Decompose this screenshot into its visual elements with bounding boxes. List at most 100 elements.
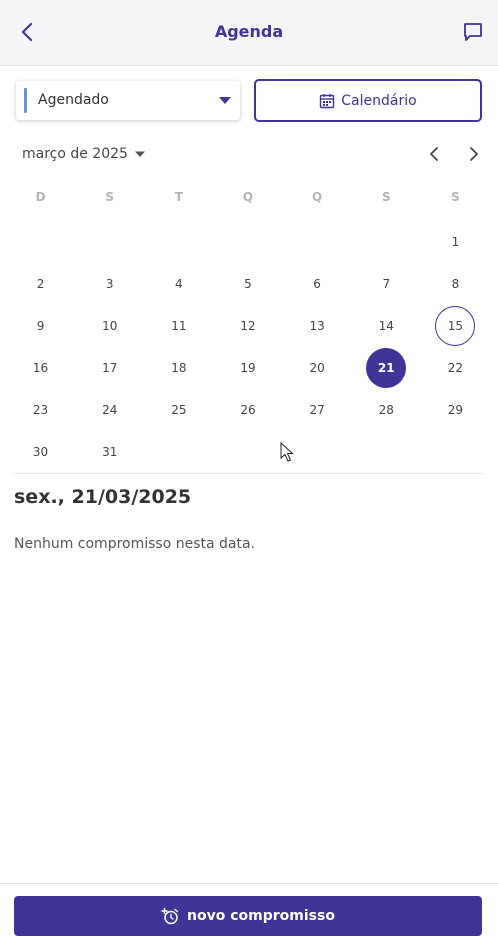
- calendar-cell: [144, 221, 213, 263]
- calendar-day[interactable]: 6: [297, 264, 337, 304]
- calendar-icon: [320, 93, 335, 108]
- calendar-cell: 4: [144, 263, 213, 305]
- calendar-cell: 20: [283, 347, 352, 389]
- calendar-cell: [352, 431, 421, 473]
- calendar-day[interactable]: 13: [297, 306, 337, 346]
- caret-down-icon: [134, 151, 145, 157]
- selected-date-title: sex., 21/03/2025: [14, 486, 192, 508]
- status-filter-select[interactable]: Agendado: [16, 81, 240, 120]
- calendar-cell: [213, 431, 282, 473]
- calendar-cell: 17: [75, 347, 144, 389]
- calendar-cell: 12: [213, 305, 282, 347]
- calendar-day[interactable]: 8: [435, 264, 475, 304]
- calendar-cell: 28: [352, 389, 421, 431]
- calendar-day[interactable]: 9: [21, 306, 61, 346]
- calendar-day[interactable]: 16: [21, 348, 61, 388]
- calendar-day[interactable]: 10: [90, 306, 130, 346]
- calendar-day[interactable]: 1: [435, 222, 475, 262]
- calendar-cell: 3: [75, 263, 144, 305]
- calendar-day[interactable]: 2: [21, 264, 61, 304]
- calendar-day[interactable]: 14: [366, 306, 406, 346]
- calendar-day[interactable]: 31: [90, 432, 130, 472]
- previous-month-button[interactable]: [424, 144, 444, 164]
- weekday-label: T: [174, 190, 183, 204]
- calendar-day[interactable]: 23: [21, 390, 61, 430]
- calendar-cell: 14: [352, 305, 421, 347]
- calendar-day[interactable]: 26: [228, 390, 268, 430]
- calendar-day-today[interactable]: 15: [435, 306, 476, 346]
- alarm-add-icon: [161, 907, 179, 925]
- calendar-cell: 5: [213, 263, 282, 305]
- calendar-button-label: Calendário: [341, 92, 417, 109]
- calendar-day[interactable]: 27: [297, 390, 337, 430]
- app-header: Agenda: [0, 0, 498, 66]
- divider: [14, 473, 484, 474]
- calendar-cell: 29: [421, 389, 490, 431]
- caret-down-icon: [219, 97, 231, 104]
- calendar-cell: [352, 221, 421, 263]
- calendar-cell: 31: [75, 431, 144, 473]
- calendar-cell: 18: [144, 347, 213, 389]
- calendar-cell: [75, 221, 144, 263]
- calendar-cell: 6: [283, 263, 352, 305]
- calendar-cell: 11: [144, 305, 213, 347]
- empty-state-message: Nenhum compromisso nesta data.: [14, 536, 256, 552]
- calendar-cell: [283, 221, 352, 263]
- calendar-cell: 24: [75, 389, 144, 431]
- calendar-day[interactable]: 7: [366, 264, 406, 304]
- month-selector[interactable]: março de 2025: [22, 144, 146, 164]
- calendar-day[interactable]: 12: [228, 306, 268, 346]
- calendar-cell: 25: [144, 389, 213, 431]
- filter-selected-value: Agendado: [38, 92, 109, 108]
- calendar-day[interactable]: 17: [90, 348, 130, 388]
- calendar-button[interactable]: Calendário: [254, 79, 482, 122]
- weekday-label: D: [35, 190, 46, 204]
- calendar-cell: 19: [213, 347, 282, 389]
- calendar-day[interactable]: 19: [228, 348, 268, 388]
- calendar-cell: 9: [6, 305, 75, 347]
- filter-accent-bar: [24, 88, 27, 113]
- calendar-cell: [6, 221, 75, 263]
- calendar-day[interactable]: 4: [159, 264, 199, 304]
- calendar-cell: 22: [421, 347, 490, 389]
- calendar-day[interactable]: 30: [21, 432, 61, 472]
- calendar-week-row: 23 24 25 26 27 28 29: [6, 389, 490, 431]
- calendar-cell: [144, 431, 213, 473]
- calendar-cell: 26: [213, 389, 282, 431]
- calendar-day[interactable]: 18: [159, 348, 199, 388]
- calendar-cell: 2: [6, 263, 75, 305]
- calendar-day[interactable]: 5: [228, 264, 268, 304]
- calendar-cell: 21: [352, 347, 421, 389]
- calendar-day[interactable]: 11: [159, 306, 199, 346]
- calendar-cell: 30: [6, 431, 75, 473]
- calendar-day[interactable]: 3: [90, 264, 130, 304]
- calendar-cell: [213, 221, 282, 263]
- chat-bubble-icon[interactable]: [462, 21, 484, 43]
- calendar-grid: 1 2 3 4 5 6 7 8 9 10 11 12 13 14 15 16 17 18 19 20 21 22 23 24 2…: [6, 221, 490, 473]
- next-month-button[interactable]: [464, 144, 484, 164]
- new-appointment-label: novo compromisso: [187, 908, 335, 924]
- calendar-day[interactable]: 25: [159, 390, 199, 430]
- footer-divider: [0, 883, 498, 884]
- calendar-day[interactable]: 22: [435, 348, 475, 388]
- weekday-label: Q: [312, 190, 323, 204]
- calendar-week-row: 1: [6, 221, 490, 263]
- calendar-cell: 23: [6, 389, 75, 431]
- calendar-cell: 16: [6, 347, 75, 389]
- new-appointment-button[interactable]: novo compromisso: [14, 896, 482, 936]
- calendar-cell: [421, 431, 490, 473]
- calendar-cell: 15: [421, 305, 490, 347]
- calendar-week-row: 30 31: [6, 431, 490, 473]
- calendar-day-selected[interactable]: 21: [366, 348, 407, 388]
- weekday-label: S: [451, 190, 460, 204]
- calendar-cell: 27: [283, 389, 352, 431]
- calendar-day[interactable]: 24: [90, 390, 130, 430]
- month-label: março de 2025: [22, 146, 128, 162]
- weekday-label: S: [381, 190, 391, 204]
- calendar-day[interactable]: 20: [297, 348, 337, 388]
- calendar-cell: 7: [352, 263, 421, 305]
- calendar-day[interactable]: 29: [435, 390, 475, 430]
- weekday-label: S: [105, 190, 115, 204]
- calendar-day[interactable]: 28: [366, 390, 406, 430]
- page-title: Agenda: [214, 22, 284, 41]
